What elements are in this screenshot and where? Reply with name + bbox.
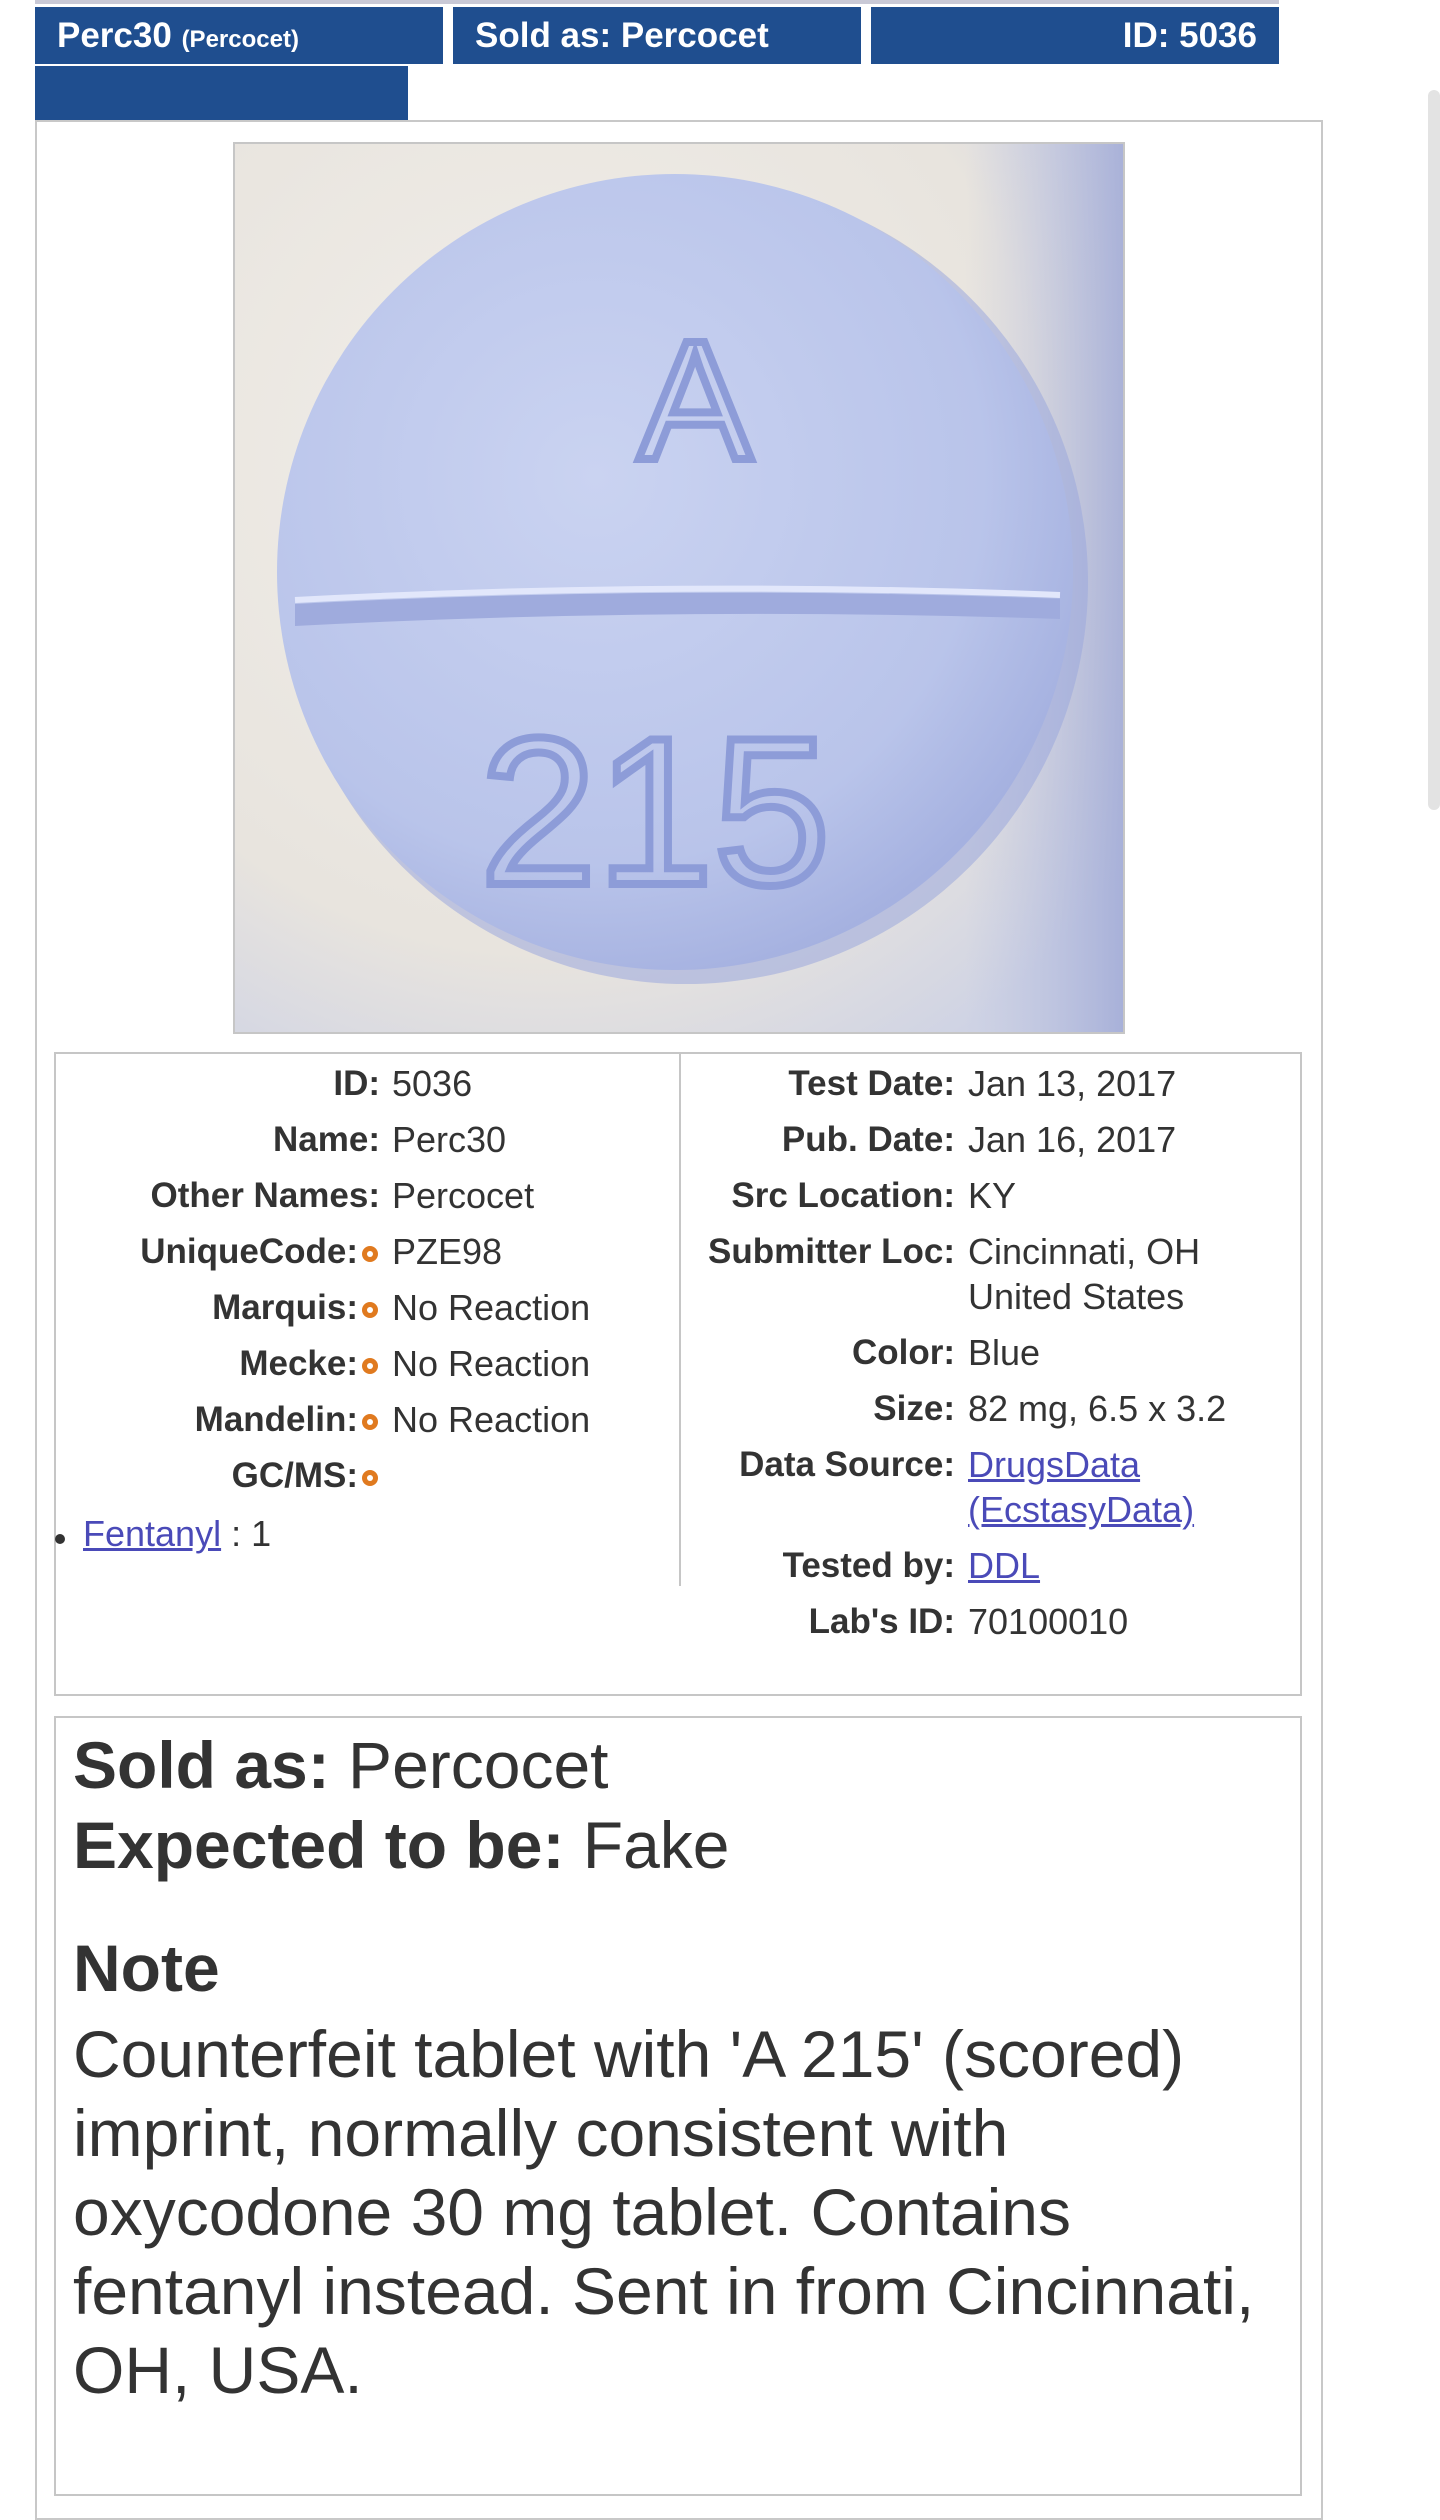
tab-id-label: ID: 5036 [1122, 16, 1257, 55]
sold-as-line: Sold as: Percocet [73, 1727, 609, 1803]
data-source-link[interactable]: DrugsData [968, 1444, 1140, 1486]
tab-name-label: Perc30 [57, 16, 172, 55]
ecstasydata-link[interactable]: (EcstasyData) [968, 1489, 1194, 1531]
label-pub-date: Pub. Date: [781, 1120, 955, 1159]
note-text: Counterfeit tablet with 'A 215' (scored)… [73, 2017, 1255, 2407]
info-icon[interactable] [362, 1302, 378, 1318]
tab-strip [35, 66, 408, 120]
label-data-source: Data Source: [739, 1445, 955, 1484]
tab-sold-as-label: Sold as: Percocet [475, 16, 769, 55]
note-title: Note [73, 1931, 220, 2005]
label-gcms: GC/MS: [231, 1456, 358, 1495]
info-icon[interactable] [362, 1470, 378, 1486]
value-other-names: Percocet [392, 1175, 535, 1216]
value-submitter-loc-country: United States [968, 1276, 1185, 1317]
label-marquis: Marquis: [212, 1288, 358, 1327]
value-unique-code: PZE98 [392, 1231, 503, 1272]
tab-id[interactable]: ID: 5036 [871, 7, 1279, 64]
tab-name-alias: (Percocet) [181, 26, 299, 53]
label-tested-by: Tested by: [782, 1546, 955, 1585]
expected-label: Expected to be: [73, 1808, 565, 1882]
value-mecke: No Reaction [392, 1343, 591, 1384]
info-icon[interactable] [362, 1414, 378, 1430]
gcms-result: Fentanyl : 1 [83, 1513, 271, 1555]
label-labs-id: Lab's ID: [808, 1602, 955, 1641]
value-marquis: No Reaction [392, 1287, 591, 1328]
imprint-bottom-text: 215 [480, 694, 830, 929]
fentanyl-link[interactable]: Fentanyl [83, 1513, 221, 1554]
value-color: Blue [968, 1332, 1041, 1373]
tab-sold-as[interactable]: Sold as: Percocet [453, 7, 861, 64]
imprint-top-text: A [638, 306, 752, 496]
info-icon[interactable] [362, 1246, 378, 1262]
column-divider [679, 1054, 681, 1586]
label-src-location: Src Location: [731, 1176, 955, 1215]
value-name: Perc30 [392, 1119, 507, 1160]
label-mecke: Mecke: [239, 1344, 358, 1383]
label-other-names: Other Names: [150, 1176, 380, 1215]
value-size: 82 mg, 6.5 x 3.2 [968, 1388, 1227, 1429]
expected-line: Expected to be: Fake [73, 1807, 730, 1883]
label-size: Size: [873, 1389, 955, 1428]
label-unique-code: UniqueCode: [140, 1232, 358, 1271]
value-mandelin: No Reaction [392, 1399, 591, 1440]
tab-name[interactable]: Perc30 (Percocet) [35, 7, 443, 64]
info-icon[interactable] [362, 1358, 378, 1374]
label-submitter-loc: Submitter Loc: [708, 1232, 955, 1271]
tested-by-link[interactable]: DDL [968, 1545, 1040, 1587]
value-submitter-loc-city: Cincinnati, OH [968, 1231, 1201, 1272]
value-id: 5036 [392, 1063, 473, 1104]
label-color: Color: [851, 1333, 955, 1372]
pill-photo[interactable]: A 215 [233, 142, 1125, 1034]
expected-value: Fake [564, 1808, 730, 1882]
top-border [35, 0, 1279, 4]
label-id: ID: [333, 1064, 380, 1103]
pill-photo-svg: A 215 [235, 144, 1123, 1032]
value-pub-date: Jan 16, 2017 [968, 1119, 1177, 1160]
value-labs-id: 70100010 [968, 1601, 1129, 1642]
list-bullet [55, 1534, 65, 1544]
value-src-location: KY [968, 1175, 1017, 1216]
label-name: Name: [273, 1120, 380, 1159]
label-mandelin: Mandelin: [194, 1400, 358, 1439]
scrollbar[interactable] [1428, 90, 1440, 810]
fentanyl-amount: : 1 [221, 1513, 272, 1554]
value-test-date: Jan 13, 2017 [968, 1063, 1177, 1104]
sold-as-label: Sold as: [73, 1728, 330, 1802]
label-test-date: Test Date: [788, 1064, 955, 1103]
sold-as-value: Percocet [329, 1728, 609, 1802]
